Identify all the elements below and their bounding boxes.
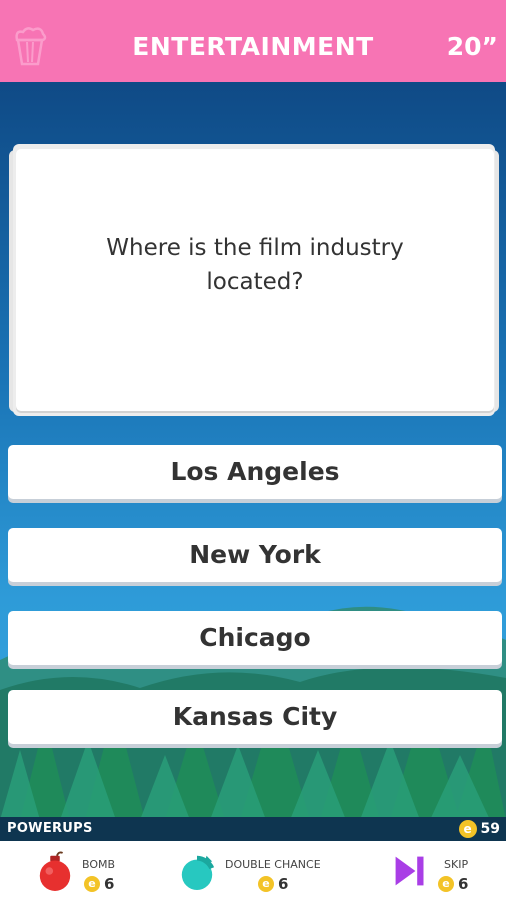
category-header: ENTERTAINMENT 20” [0, 0, 506, 82]
answer-button-2[interactable]: New York [8, 528, 502, 582]
skip-icon [395, 856, 424, 886]
skip-powerup-button[interactable]: SKIP e 6 [380, 841, 506, 900]
coin-balance: e 59 [458, 820, 500, 838]
coin-icon: e [84, 876, 100, 892]
double-chance-cost-value: 6 [278, 875, 289, 893]
bomb-icon [39, 851, 71, 891]
coin-icon: e [258, 876, 274, 892]
coin-icon: e [458, 820, 477, 838]
question-card: Where is the film industry located? [16, 149, 494, 411]
double-chance-label: DOUBLE CHANCE [225, 858, 321, 871]
coin-icon: e [438, 876, 454, 892]
skip-label: SKIP [444, 858, 469, 871]
bomb-cost: e 6 [84, 875, 114, 893]
double-chance-cost: e 6 [258, 875, 288, 893]
answer-button-3[interactable]: Chicago [8, 611, 502, 665]
bomb-powerup-button[interactable]: BOMB e 6 [0, 841, 160, 900]
skip-cost-value: 6 [458, 875, 469, 893]
double-chance-icon [181, 855, 215, 890]
coin-count: 59 [480, 821, 500, 837]
skip-cost: e 6 [438, 875, 468, 893]
question-card-stack: Where is the film industry located? [9, 142, 499, 420]
bomb-label: BOMB [82, 858, 116, 871]
powerups-label: POWERUPS [7, 821, 93, 836]
answer-button-4[interactable]: Kansas City [8, 690, 502, 744]
answer-button-1[interactable]: Los Angeles [8, 445, 502, 499]
powerups-strip: POWERUPS e 59 [0, 817, 506, 841]
powerups-bar: BOMB e 6 DOUBLE CHANCE e 6 SKIP e 6 [0, 841, 506, 900]
category-title: ENTERTAINMENT [132, 32, 374, 61]
bomb-cost-value: 6 [104, 875, 115, 893]
double-chance-powerup-button[interactable]: DOUBLE CHANCE e 6 [170, 841, 350, 900]
timer: 20” [446, 32, 498, 61]
question-text: Where is the film industry located? [106, 235, 404, 295]
